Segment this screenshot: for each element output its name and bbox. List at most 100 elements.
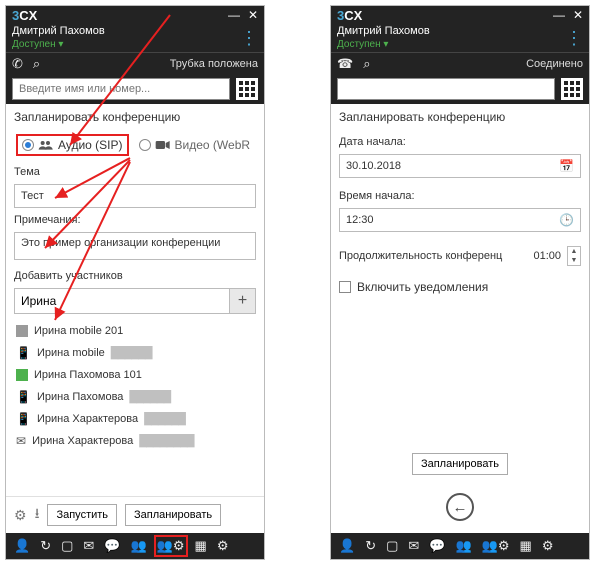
- list-item[interactable]: 📱Ирина Характерова ██████: [14, 408, 256, 430]
- duration-row: Продолжительность конференц 01:00 ▲▼: [339, 246, 581, 266]
- subject-input[interactable]: Тест: [14, 184, 256, 208]
- date-label: Дата начала:: [339, 136, 581, 148]
- presence-icon: [16, 369, 28, 381]
- mail-icon: ✉: [16, 434, 26, 448]
- history-icon[interactable]: ↻: [365, 538, 376, 554]
- user-name: Дмитрий Пахомов: [12, 25, 105, 38]
- participants-list: Ирина mobile 201 📱Ирина mobile ██████ Ир…: [14, 320, 256, 452]
- date-input[interactable]: 30.10.2018 📅: [339, 154, 581, 178]
- window-left: 3CX — ✕ Дмитрий Пахомов Доступен ▾ ⋮ ✆ ⌕…: [5, 5, 265, 560]
- user-name: Дмитрий Пахомов: [337, 25, 430, 38]
- menu-dots-icon[interactable]: ⋮: [240, 31, 258, 45]
- group-icon: [38, 138, 54, 152]
- grid-icon[interactable]: ▦: [195, 538, 207, 554]
- calendar-icon[interactable]: 📅: [559, 159, 574, 173]
- menu-dots-icon[interactable]: ⋮: [565, 31, 583, 45]
- notify-label: Включить уведомления: [357, 280, 488, 294]
- presence-icon: [16, 325, 28, 337]
- header: 3CX — ✕ Дмитрий Пахомов Доступен ▾ ⋮ ☎ ⌕…: [331, 6, 589, 104]
- header: 3CX — ✕ Дмитрий Пахомов Доступен ▾ ⋮ ✆ ⌕…: [6, 6, 264, 104]
- download-icon[interactable]: ⭳: [35, 503, 40, 527]
- search-icon[interactable]: ⌕: [363, 56, 370, 72]
- history-icon[interactable]: ↻: [40, 538, 51, 554]
- main-content: Запланировать конференцию Дата начала: 3…: [331, 104, 589, 533]
- group-icon[interactable]: 👥: [455, 538, 471, 554]
- schedule-button[interactable]: Запланировать: [125, 504, 221, 526]
- keypad-icon[interactable]: [561, 78, 583, 100]
- phone-icon[interactable]: ☎: [337, 56, 353, 72]
- duration-label: Продолжительность конференц: [339, 250, 527, 262]
- camera-icon: [155, 138, 171, 152]
- mobile-icon: 📱: [16, 390, 31, 404]
- mail-icon[interactable]: ✉: [408, 538, 419, 554]
- list-item[interactable]: Ирина Пахомова 101: [14, 364, 256, 386]
- close-icon[interactable]: ✕: [248, 9, 258, 21]
- add-button[interactable]: +: [229, 289, 255, 313]
- duration-stepper[interactable]: ▲▼: [567, 246, 581, 266]
- search-row: [6, 74, 264, 104]
- notify-row[interactable]: Включить уведомления: [339, 280, 581, 294]
- conference-type-row: Аудио (SIP) Видео (WebR: [14, 130, 256, 160]
- phone-icon[interactable]: ✆: [12, 56, 23, 72]
- audio-option[interactable]: Аудио (SIP): [16, 134, 129, 156]
- list-item[interactable]: Ирина mobile 201: [14, 320, 256, 342]
- group-icon[interactable]: 👥: [130, 538, 146, 554]
- contacts-icon[interactable]: 👤: [14, 538, 30, 554]
- clock-icon[interactable]: 🕒: [559, 213, 574, 227]
- start-button[interactable]: Запустить: [47, 504, 117, 526]
- search-row: [331, 74, 589, 104]
- schedule-button[interactable]: Запланировать: [412, 453, 508, 475]
- status-row: ☎ ⌕ Соединено: [331, 52, 589, 74]
- mobile-icon: 📱: [16, 412, 31, 426]
- user-info: Дмитрий Пахомов Доступен ▾: [337, 25, 430, 51]
- footer-bar: 👤 ↻ ▢ ✉ 💬 👥 👥⚙ ▦ ⚙: [331, 533, 589, 559]
- duration-value: 01:00: [533, 250, 561, 262]
- list-item[interactable]: ✉Ирина Характерова ████████: [14, 430, 256, 452]
- gear-icon[interactable]: ⚙: [14, 507, 27, 524]
- time-label: Время начала:: [339, 190, 581, 202]
- contacts-icon[interactable]: 👤: [339, 538, 355, 554]
- calendar-icon[interactable]: ▢: [61, 538, 73, 554]
- grid-icon[interactable]: ▦: [520, 538, 532, 554]
- hook-status: Соединено: [526, 58, 583, 70]
- window-right: 3CX — ✕ Дмитрий Пахомов Доступен ▾ ⋮ ☎ ⌕…: [330, 5, 590, 560]
- notes-input[interactable]: Это пример организации конференции: [14, 232, 256, 260]
- search-input[interactable]: [12, 78, 230, 100]
- time-input[interactable]: 12:30 🕒: [339, 208, 581, 232]
- list-item[interactable]: 📱Ирина mobile ██████: [14, 342, 256, 364]
- conference-icon[interactable]: 👥⚙: [157, 538, 185, 554]
- window-controls: — ✕: [553, 9, 583, 21]
- back-button[interactable]: ←: [446, 493, 474, 521]
- keypad-icon[interactable]: [236, 78, 258, 100]
- mobile-icon: 📱: [16, 346, 31, 360]
- chat-icon[interactable]: 💬: [429, 538, 445, 554]
- bottom-toolbar: ⚙ ⭳ Запустить Запланировать: [6, 496, 264, 533]
- mail-icon[interactable]: ✉: [83, 538, 94, 554]
- footer-bar: 👤 ↻ ▢ ✉ 💬 👥 👥⚙ ▦ ⚙: [6, 533, 264, 559]
- close-icon[interactable]: ✕: [573, 9, 583, 21]
- search-icon[interactable]: ⌕: [33, 56, 40, 72]
- add-participants-label: Добавить участников: [14, 270, 256, 282]
- settings-icon[interactable]: ⚙: [217, 538, 229, 554]
- video-radio[interactable]: [139, 139, 151, 151]
- hook-status: Трубка положена: [170, 58, 258, 70]
- user-status[interactable]: Доступен ▾: [337, 38, 430, 51]
- chat-icon[interactable]: 💬: [104, 538, 120, 554]
- minimize-icon[interactable]: —: [553, 9, 565, 21]
- list-item[interactable]: 📱Ирина Пахомова ██████: [14, 386, 256, 408]
- conference-icon[interactable]: 👥⚙: [482, 538, 510, 554]
- user-row: Дмитрий Пахомов Доступен ▾ ⋮: [6, 24, 264, 52]
- settings-icon[interactable]: ⚙: [542, 538, 554, 554]
- title-bar: 3CX — ✕: [331, 6, 589, 24]
- audio-radio[interactable]: [22, 139, 34, 151]
- page-title: Запланировать конференцию: [339, 110, 581, 124]
- calendar-icon[interactable]: ▢: [386, 538, 398, 554]
- notify-checkbox[interactable]: [339, 281, 351, 293]
- page-title: Запланировать конференцию: [14, 110, 256, 124]
- participant-input[interactable]: [15, 289, 229, 313]
- audio-label: Аудио (SIP): [58, 138, 123, 152]
- user-status[interactable]: Доступен ▾: [12, 38, 105, 51]
- search-input[interactable]: [337, 78, 555, 100]
- notes-label: Примечания:: [14, 214, 256, 226]
- minimize-icon[interactable]: —: [228, 9, 240, 21]
